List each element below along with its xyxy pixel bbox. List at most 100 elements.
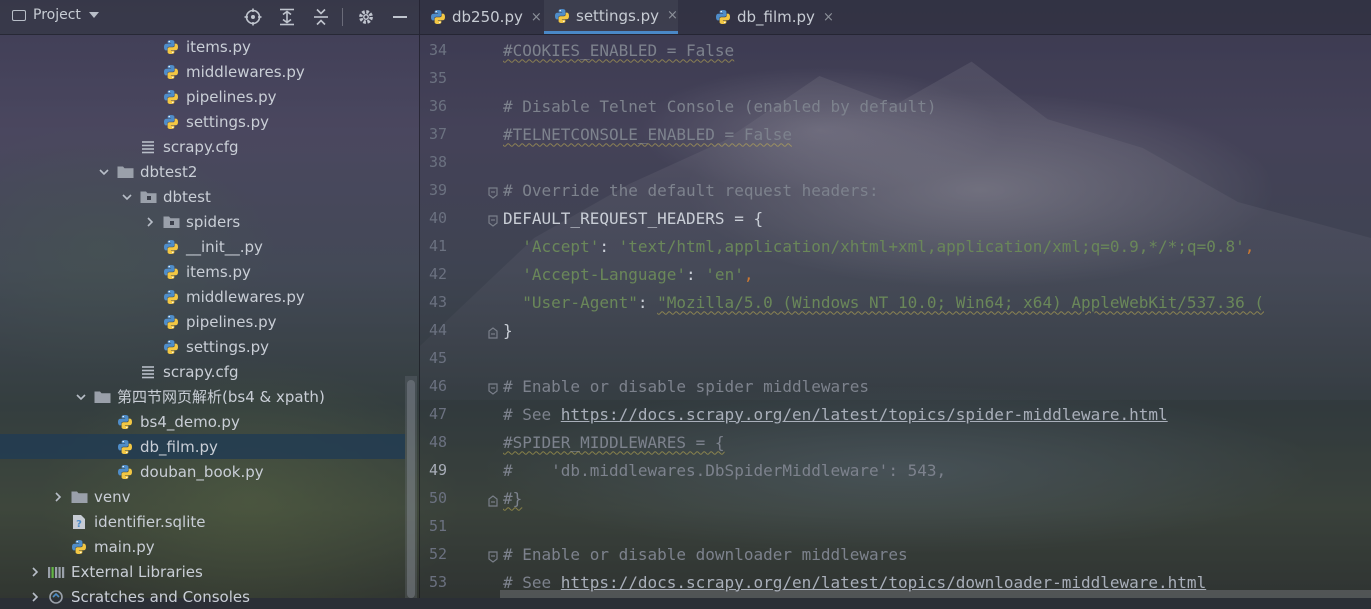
package-folder-icon — [139, 188, 157, 206]
code-line[interactable]: 52 # Enable or disable downloader middlew… — [420, 540, 1371, 568]
code-token: # 'db.middlewares.DbSpiderMiddleware': 5… — [503, 460, 947, 480]
code-line[interactable]: 41 'Accept': 'text/html,application/xhtm… — [420, 232, 1371, 260]
code-token: 'Accept' — [522, 236, 600, 256]
chevron-down-icon[interactable] — [75, 391, 87, 403]
gear-icon[interactable] — [355, 7, 377, 27]
python-file-icon — [554, 8, 570, 24]
fold-open-icon[interactable] — [487, 380, 499, 395]
project-toolbar — [230, 7, 411, 27]
python-file-icon — [162, 338, 180, 356]
tree-item-label: settings.py — [186, 112, 269, 131]
close-icon[interactable]: × — [531, 10, 542, 25]
tree-item[interactable]: settings.py — [0, 109, 419, 134]
code-line[interactable]: 42 'Accept-Language': 'en', — [420, 260, 1371, 288]
fold-close-icon[interactable] — [487, 324, 499, 339]
project-title: Project — [33, 7, 81, 23]
code-text: #SPIDER_MIDDLEWARES = { — [503, 433, 725, 452]
code-line[interactable]: 44} — [420, 316, 1371, 344]
code-link[interactable]: https://docs.scrapy.org/en/latest/topics… — [561, 573, 1206, 592]
close-icon[interactable]: × — [823, 10, 834, 25]
tree-item[interactable]: __init__.py — [0, 234, 419, 259]
code-line[interactable]: 49 # 'db.middlewares.DbSpiderMiddleware':… — [420, 456, 1371, 484]
code-line[interactable]: 36 # Disable Telnet Console (enabled by d… — [420, 92, 1371, 120]
tree-item-label: External Libraries — [71, 562, 203, 581]
tree-item[interactable]: pipelines.py — [0, 309, 419, 334]
chevron-down-icon[interactable] — [98, 166, 110, 178]
code-token: 'text/html,application/xhtml+xml,applica… — [618, 236, 1245, 256]
tab-label: db250.py — [452, 8, 523, 26]
code-text: #COOKIES_ENABLED = False — [503, 41, 734, 60]
tree-item[interactable]: dbtest — [0, 184, 419, 209]
code-line[interactable]: 38 — [420, 148, 1371, 176]
code-line[interactable]: 35 — [420, 64, 1371, 92]
tab-settings[interactable]: settings.py × — [544, 0, 678, 34]
code-line[interactable]: 48 #SPIDER_MIDDLEWARES = { — [420, 428, 1371, 456]
code-text: # Enable or disable spider middlewares — [503, 377, 869, 396]
collapse-all-icon[interactable] — [310, 7, 332, 27]
scratches-icon — [47, 588, 65, 606]
tree-item[interactable]: settings.py — [0, 334, 419, 359]
chevron-right-icon[interactable] — [144, 216, 156, 228]
python-file-icon — [162, 113, 180, 131]
tab-db-film[interactable]: db_film.py × — [705, 0, 834, 34]
python-file-icon — [116, 413, 134, 431]
tree-item[interactable]: scrapy.cfg — [0, 359, 419, 384]
config-file-icon — [139, 138, 157, 156]
code-line[interactable]: 50 #} — [420, 484, 1371, 512]
tree-item-label: identifier.sqlite — [94, 512, 206, 531]
minimize-icon[interactable] — [389, 7, 411, 27]
tree-item[interactable]: ? identifier.sqlite — [0, 509, 419, 534]
tree-item[interactable]: spiders — [0, 209, 419, 234]
fold-open-icon[interactable] — [487, 212, 499, 227]
chevron-right-icon[interactable] — [29, 566, 41, 578]
close-icon[interactable]: × — [667, 8, 678, 23]
code-line[interactable]: 40 DEFAULT_REQUEST_HEADERS = { — [420, 204, 1371, 232]
tree-item[interactable]: items.py — [0, 34, 419, 59]
expand-all-icon[interactable] — [276, 7, 298, 27]
tree-item[interactable]: pipelines.py — [0, 84, 419, 109]
code-token: #TELNETCONSOLE_ENABLED = False — [503, 124, 792, 144]
folder-icon — [70, 488, 88, 506]
fold-close-icon[interactable] — [487, 492, 499, 507]
line-number: 50 — [428, 489, 447, 507]
code-line[interactable]: 51 — [420, 512, 1371, 540]
tree-item[interactable]: bs4_demo.py — [0, 409, 419, 434]
code-line[interactable]: 39 # Override the default request headers… — [420, 176, 1371, 204]
tree-item[interactable]: Scratches and Consoles — [0, 584, 419, 609]
fold-open-icon[interactable] — [487, 548, 499, 563]
project-view-dropdown[interactable]: Project — [12, 7, 99, 23]
tree-item[interactable]: main.py — [0, 534, 419, 559]
tree-item[interactable]: scrapy.cfg — [0, 134, 419, 159]
code-line[interactable]: 46 # Enable or disable spider middlewares — [420, 372, 1371, 400]
tree-item[interactable]: db_film.py — [0, 434, 405, 459]
tree-item[interactable]: middlewares.py — [0, 284, 419, 309]
code-line[interactable]: 34 #COOKIES_ENABLED = False — [420, 36, 1371, 64]
tree-item[interactable]: dbtest2 — [0, 159, 419, 184]
tree-item[interactable]: External Libraries — [0, 559, 419, 584]
tree-item[interactable]: middlewares.py — [0, 59, 419, 84]
tree-item[interactable]: items.py — [0, 259, 419, 284]
chevron-down-icon[interactable] — [121, 191, 133, 203]
python-file-icon — [715, 9, 731, 25]
code-line[interactable]: 45 — [420, 344, 1371, 372]
code-line[interactable]: 43 "User-Agent": "Mozilla/5.0 (Windows N… — [420, 288, 1371, 316]
tree-item-label: dbtest — [163, 187, 211, 206]
tree-item[interactable]: venv — [0, 484, 419, 509]
sidebar-scrollbar-thumb[interactable] — [407, 380, 415, 598]
code-token: # See — [503, 572, 561, 592]
tree-item[interactable]: douban_book.py — [0, 459, 419, 484]
chevron-right-icon[interactable] — [52, 491, 64, 503]
fold-open-icon[interactable] — [487, 184, 499, 199]
code-token: : — [599, 236, 619, 256]
tab-db250[interactable]: db250.py × — [420, 0, 544, 34]
chevron-right-icon[interactable] — [29, 591, 41, 603]
tree-item[interactable]: 第四节网页解析(bs4 & xpath) — [0, 384, 419, 409]
code-line[interactable]: 47 # See https://docs.scrapy.org/en/lates… — [420, 400, 1371, 428]
code-link[interactable]: https://docs.scrapy.org/en/latest/topics… — [561, 405, 1168, 424]
code-line[interactable]: 37 #TELNETCONSOLE_ENABLED = False — [420, 120, 1371, 148]
locate-icon[interactable] — [242, 7, 264, 27]
code-text: # See https://docs.scrapy.org/en/latest/… — [503, 405, 1168, 424]
database-file-icon: ? — [70, 513, 88, 531]
code-token: } — [503, 320, 513, 340]
editor-horizontal-scrollbar[interactable] — [500, 590, 1371, 598]
